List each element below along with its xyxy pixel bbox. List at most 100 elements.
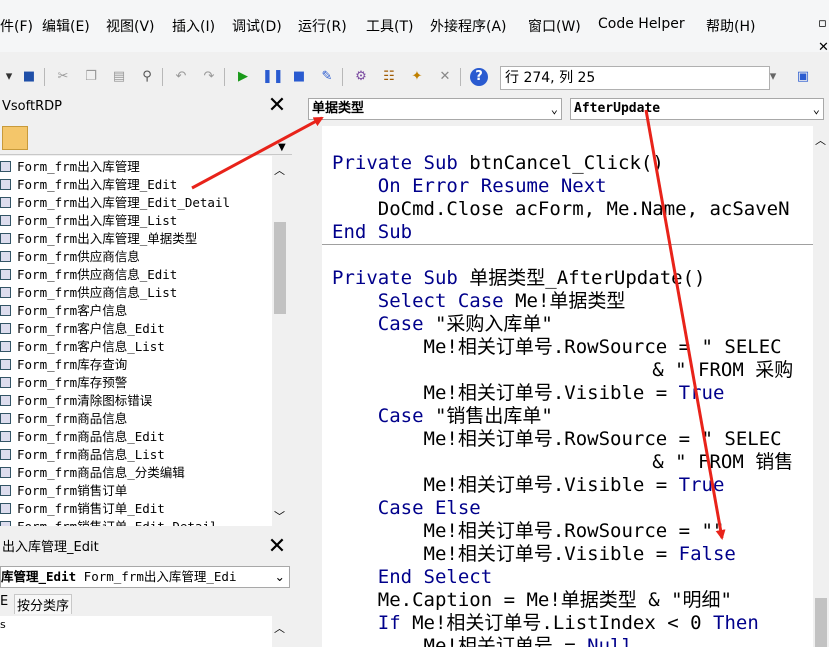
code-line[interactable]: Private Sub btnCancel_Click()	[332, 152, 664, 174]
project-tree-item[interactable]: Form_frm商品信息	[0, 410, 272, 428]
form-icon	[0, 431, 11, 442]
copy-icon[interactable]: ❐	[82, 68, 100, 86]
menu-insert[interactable]: 插入(I)	[172, 16, 215, 36]
code-line[interactable]: Me!相关订单号.RowSource = " SELEC	[332, 428, 782, 450]
code-line[interactable]: Case "采购入库单"	[332, 313, 553, 335]
undo-icon[interactable]: ↶	[172, 68, 190, 86]
code-line[interactable]: End Sub	[332, 221, 412, 243]
properties-window-icon[interactable]: ☷	[380, 68, 398, 86]
object-browser-icon[interactable]: ✦	[408, 68, 426, 86]
scroll-up-icon[interactable]: ︿	[815, 132, 826, 148]
project-tree-item[interactable]: Form_frm出入库管理_单据类型	[0, 230, 272, 248]
break-icon[interactable]: ❚❚	[262, 68, 284, 86]
code-line[interactable]: Me.Caption = Me!单据类型 & "明细"	[332, 589, 732, 611]
menu-addins[interactable]: 外接程序(A)	[430, 16, 507, 36]
code-line[interactable]: Me!相关订单号.Visible = True	[332, 474, 725, 496]
menu-file[interactable]: 件(F)	[0, 16, 33, 36]
run-icon[interactable]: ▶	[234, 68, 252, 86]
scroll-down-icon[interactable]: ﹀	[274, 508, 285, 524]
restore-window-icon[interactable]: ▫	[818, 16, 827, 31]
project-scrollbar[interactable]	[272, 156, 288, 526]
project-tree-item[interactable]: Form_frm客户信息_List	[0, 338, 272, 356]
code-line[interactable]: DoCmd.Close acForm, Me.Name, acSaveN	[332, 198, 790, 220]
reset-icon[interactable]: ■	[290, 68, 308, 86]
code-line[interactable]: & " FROM 采购	[332, 359, 793, 381]
code-line[interactable]: Me!相关订单号.Visible = True	[332, 382, 725, 404]
project-tree-item[interactable]: Form_frm销售订单	[0, 482, 272, 500]
menu-window[interactable]: 窗口(W)	[528, 16, 581, 36]
close-window-icon[interactable]: ✕	[818, 40, 829, 55]
code-line[interactable]: Me!相关订单号.RowSource = " SELEC	[332, 336, 782, 358]
procedure-combo[interactable]: AfterUpdate ⌄	[570, 98, 824, 120]
close-icon[interactable]: ✕	[266, 536, 288, 559]
code-line[interactable]: On Error Resume Next	[332, 175, 607, 197]
project-tree-item[interactable]: Form_frm商品信息_Edit	[0, 428, 272, 446]
menu-help[interactable]: 帮助(H)	[706, 16, 755, 36]
project-explorer-icon[interactable]: ⚙	[352, 68, 370, 86]
code-line[interactable]: Me!相关订单号 = Null	[332, 635, 633, 647]
menu-debug[interactable]: 调试(D)	[232, 16, 282, 36]
code-line[interactable]: Me!相关订单号.RowSource = ""	[332, 520, 725, 542]
project-tree-item[interactable]: Form_frm销售订单_Edit	[0, 500, 272, 518]
project-tree-item[interactable]: Form_frm出入库管理	[0, 158, 272, 176]
close-icon[interactable]: ✕	[266, 95, 288, 118]
toolbar-separator	[44, 68, 45, 86]
project-tree-item-label: Form_frm库存查询	[17, 357, 128, 372]
project-tree-item[interactable]: Form_frm出入库管理_Edit_Detail	[0, 194, 272, 212]
toggle-folders-icon[interactable]	[2, 126, 28, 150]
project-tree-item[interactable]: Form_frm库存预警	[0, 374, 272, 392]
project-tree-item[interactable]: Form_frm供应商信息_List	[0, 284, 272, 302]
project-tree-item[interactable]: Form_frm供应商信息_Edit	[0, 266, 272, 284]
code-editor[interactable]: Private Sub btnCancel_Click() On Error R…	[322, 126, 813, 647]
form-icon	[0, 503, 11, 514]
code-line[interactable]: Me!相关订单号.Visible = False	[332, 543, 736, 565]
toolbox-icon[interactable]: ✕	[436, 68, 454, 86]
scroll-up-icon[interactable]: ︿	[274, 162, 285, 178]
object-select[interactable]: 库管理_Edit Form_frm出入库管理_Edi ⌄	[0, 566, 290, 588]
property-row-label[interactable]: s	[0, 618, 6, 631]
code-line[interactable]: Case "销售出库单"	[332, 405, 553, 427]
chevron-down-icon: ⌄	[274, 569, 285, 584]
scroll-up-icon[interactable]: ︿	[274, 620, 285, 636]
redo-icon[interactable]: ↷	[200, 68, 218, 86]
menu-edit[interactable]: 编辑(E)	[42, 16, 90, 36]
property-scrollbar[interactable]: ︿	[272, 616, 288, 647]
project-tree-item[interactable]: Form_frm出入库管理_Edit	[0, 176, 272, 194]
project-tree-item[interactable]: Form_frm客户信息_Edit	[0, 320, 272, 338]
help-icon[interactable]: ?	[470, 68, 488, 86]
project-tree-item[interactable]: Form_frm库存查询	[0, 356, 272, 374]
project-tree-item[interactable]: Form_frm客户信息	[0, 302, 272, 320]
cut-icon[interactable]: ✂	[54, 68, 72, 86]
chevron-down-icon[interactable]: ▼	[278, 142, 286, 153]
code-line[interactable]: Select Case Me!单据类型	[332, 290, 626, 312]
code-line[interactable]: End Select	[332, 566, 492, 588]
save-icon[interactable]: ■	[20, 68, 38, 86]
project-tree-item[interactable]: Form_frm商品信息_分类编辑	[0, 464, 272, 482]
menu-run[interactable]: 运行(R)	[298, 16, 347, 36]
project-tree-item[interactable]: Form_frm供应商信息	[0, 248, 272, 266]
project-tree-item[interactable]: Form_frm清除图标错误	[0, 392, 272, 410]
project-tree-item[interactable]: Form_frm出入库管理_List	[0, 212, 272, 230]
code-line[interactable]: Private Sub 单据类型_AfterUpdate()	[332, 267, 705, 289]
tab-categorized[interactable]: 按分类序	[14, 594, 73, 614]
paste-icon[interactable]: ▤	[110, 68, 128, 86]
project-tree-item-label: Form_frm库存预警	[17, 375, 128, 390]
code-line[interactable]: Case Else	[332, 497, 481, 519]
find-icon[interactable]: ⚲	[138, 68, 156, 86]
scroll-thumb[interactable]	[274, 222, 286, 314]
menu-view[interactable]: 视图(V)	[106, 16, 155, 36]
menu-tools[interactable]: 工具(T)	[366, 16, 413, 36]
toolbar-options-icon[interactable]: ▾	[764, 68, 782, 86]
dropdown-arrow-icon[interactable]: ▾	[0, 68, 18, 86]
scroll-thumb[interactable]	[815, 598, 827, 647]
design-mode-icon[interactable]: ✎	[318, 68, 336, 86]
code-line[interactable]: & " FROM 销售	[332, 451, 793, 473]
code-line[interactable]: If Me!相关订单号.ListIndex < 0 Then	[332, 612, 759, 634]
window-icon[interactable]: ▣	[794, 68, 812, 86]
project-tree-item[interactable]: Form_frm销售订单_Edit_Detail	[0, 518, 272, 526]
menu-code-helper[interactable]: Code Helper	[598, 16, 685, 32]
tab-alphabetic[interactable]: E	[0, 594, 8, 609]
code-scrollbar[interactable]: ︿	[813, 126, 829, 647]
object-combo[interactable]: 单据类型 ⌄	[308, 98, 562, 120]
project-tree-item[interactable]: Form_frm商品信息_List	[0, 446, 272, 464]
